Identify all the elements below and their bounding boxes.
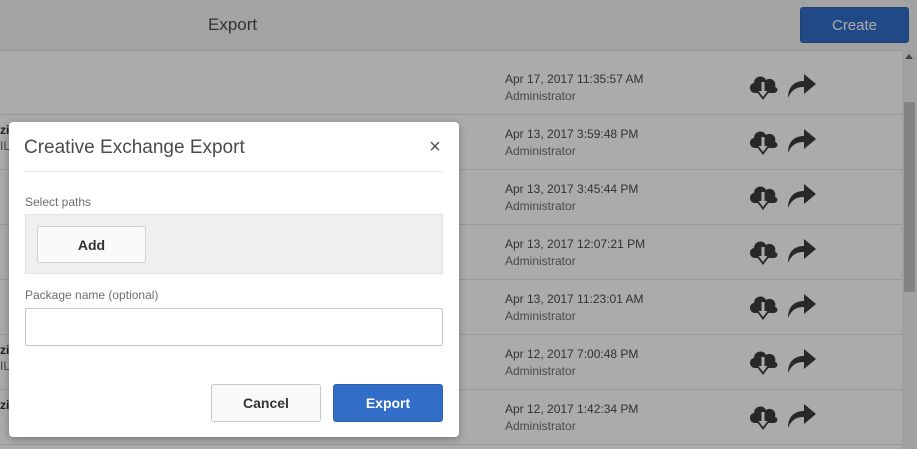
select-paths-box: Add [25,214,443,274]
package-name-input[interactable] [25,308,443,346]
cancel-button[interactable]: Cancel [211,384,321,422]
close-icon[interactable]: × [427,137,443,157]
select-paths-label: Select paths [25,195,92,209]
package-name-label: Package name (optional) [25,288,159,302]
add-path-button[interactable]: Add [37,226,146,263]
export-button[interactable]: Export [333,384,443,422]
dialog-divider [24,171,443,172]
dialog-title: Creative Exchange Export [24,137,245,158]
creative-exchange-export-dialog: Creative Exchange Export × Select paths … [9,122,459,437]
